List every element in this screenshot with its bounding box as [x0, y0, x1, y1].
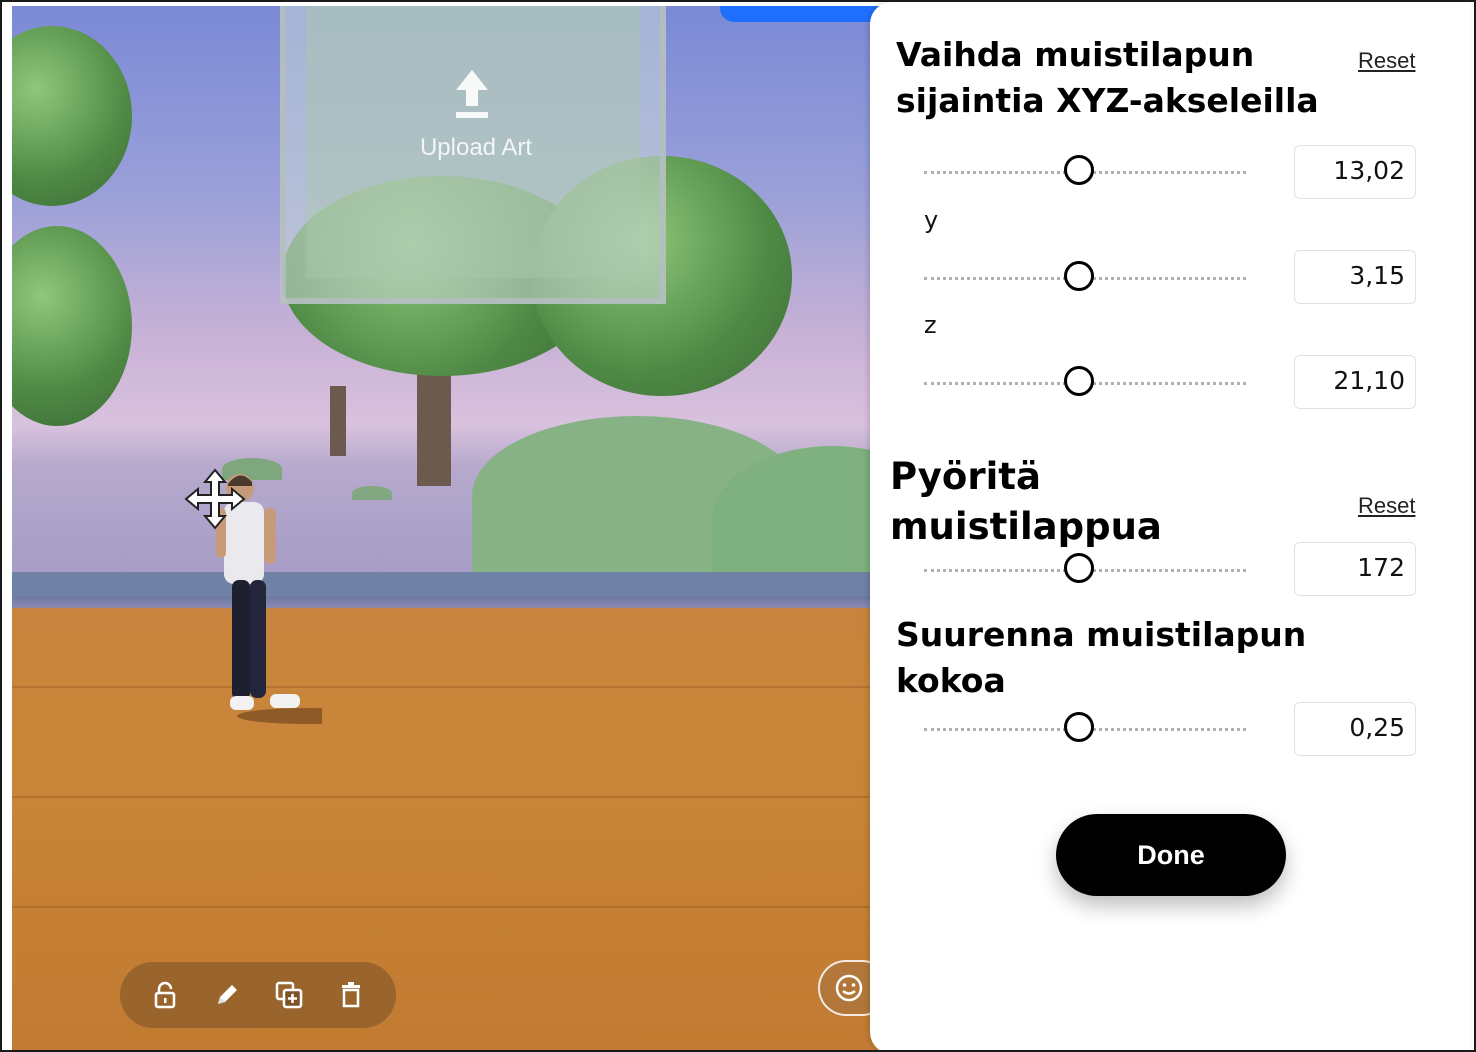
z-slider[interactable]	[924, 365, 1246, 401]
slider-knob[interactable]	[1064, 261, 1094, 291]
hill	[352, 486, 392, 500]
upload-icon	[456, 70, 488, 118]
lock-icon	[154, 981, 176, 1009]
slider-knob[interactable]	[1064, 712, 1094, 742]
world-viewport[interactable]: Upload Art	[12, 6, 892, 1050]
transform-panel: Vaihda muistilapun sijaintia XYZ-akselei…	[870, 2, 1470, 1050]
top-blue-tab	[720, 6, 892, 22]
x-value-input[interactable]: 13,02	[1294, 145, 1416, 199]
rotation-reset-link[interactable]: Reset	[1358, 493, 1415, 519]
smile-icon	[835, 974, 863, 1002]
rotation-value-input[interactable]: 172	[1294, 542, 1416, 596]
scale-slider[interactable]	[924, 711, 1246, 747]
scale-title: Suurenna muistilapun kokoa	[896, 615, 1307, 700]
scale-value-input[interactable]: 0,25	[1294, 702, 1416, 756]
pencil-icon	[218, 985, 237, 1004]
app-frame: Upload Art Vaihda muistilapun sijaintia …	[0, 0, 1476, 1052]
edit-button[interactable]	[209, 977, 245, 1013]
floor-grain	[12, 796, 892, 798]
floor-grain	[12, 906, 892, 908]
delete-button[interactable]	[333, 977, 369, 1013]
position-title: Vaihda muistilapun sijaintia XYZ-akselei…	[896, 35, 1319, 120]
z-value-input[interactable]: 21,10	[1294, 355, 1416, 409]
slider-knob[interactable]	[1064, 155, 1094, 185]
z-axis-label: z	[924, 311, 937, 339]
y-value-input[interactable]: 3,15	[1294, 250, 1416, 304]
rotation-slider[interactable]	[924, 552, 1246, 588]
y-slider[interactable]	[924, 260, 1246, 296]
slider-knob[interactable]	[1064, 553, 1094, 583]
trash-icon	[342, 982, 360, 1008]
object-toolbar	[120, 962, 396, 1028]
duplicate-icon	[275, 981, 303, 1009]
position-reset-link[interactable]: Reset	[1358, 48, 1415, 74]
slider-knob[interactable]	[1064, 366, 1094, 396]
wall-edge	[12, 572, 892, 596]
duplicate-button[interactable]	[271, 977, 307, 1013]
y-axis-label: y	[924, 206, 939, 234]
floor-grain	[12, 686, 892, 688]
tree-trunk	[330, 386, 346, 456]
x-slider[interactable]	[924, 154, 1246, 190]
move-cursor-icon	[184, 468, 246, 530]
tree	[12, 226, 132, 426]
tree	[12, 26, 132, 206]
lock-button[interactable]	[147, 977, 183, 1013]
rotation-title: Pyöritä muistilappua	[890, 455, 1162, 548]
done-button[interactable]: Done	[1056, 814, 1286, 896]
upload-art-frame[interactable]: Upload Art	[280, 6, 666, 304]
upload-art-label: Upload Art	[419, 134, 533, 161]
